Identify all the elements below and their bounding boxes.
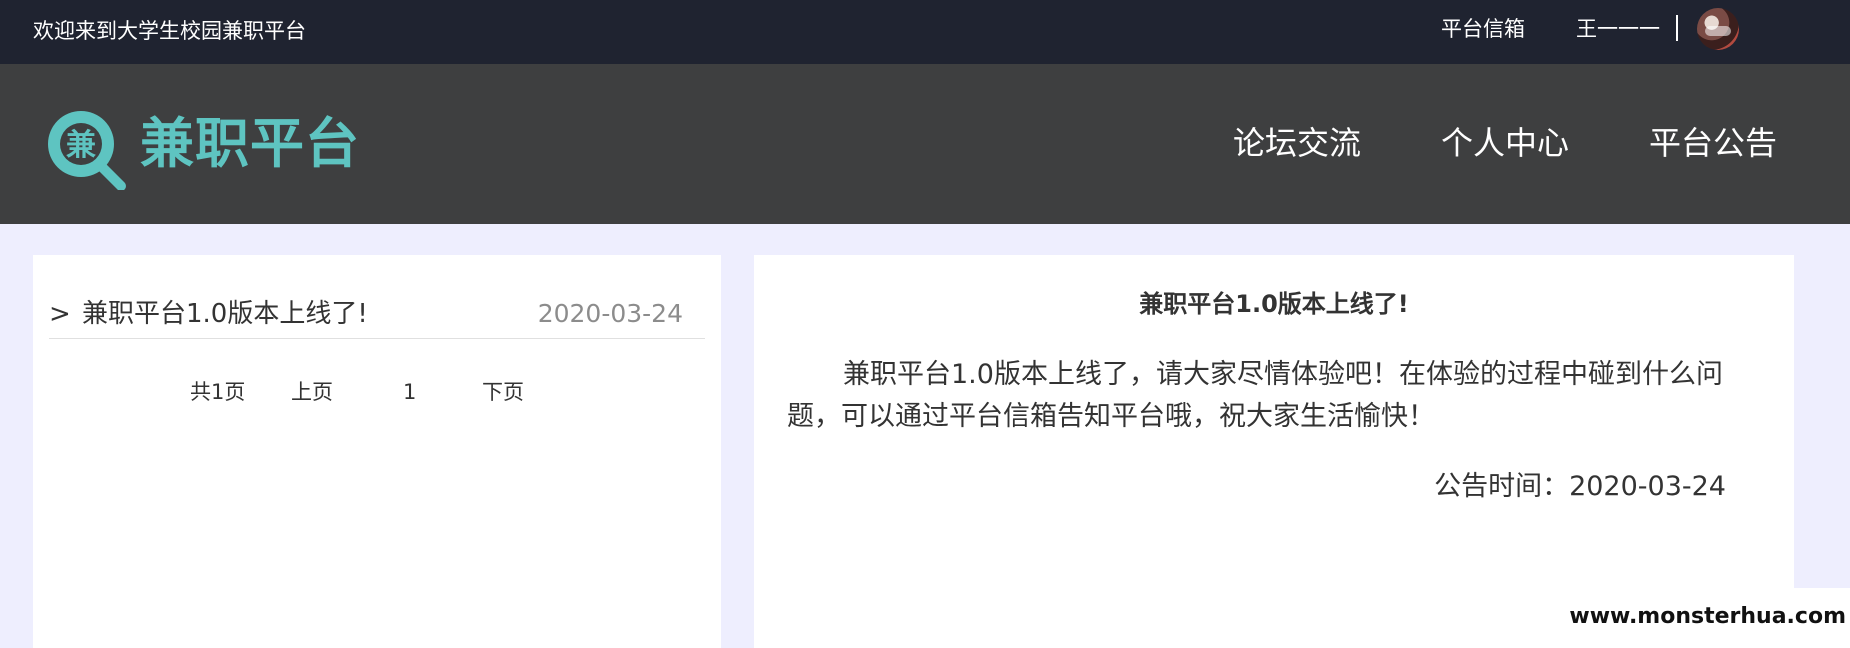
- divider: [1676, 15, 1678, 41]
- chevron-right-icon: >: [49, 299, 71, 329]
- nav-personal-center[interactable]: 个人中心: [1441, 122, 1569, 164]
- pagination-next-button[interactable]: 下页: [482, 377, 524, 407]
- notice-list-panel: > 兼职平台1.0版本上线了! 2020-03-24 共1页 上页 1 下页: [33, 255, 721, 648]
- notice-detail-title: 兼职平台1.0版本上线了!: [1139, 290, 1409, 318]
- logo-text[interactable]: 兼职平台: [140, 112, 360, 176]
- watermark-text: www.monsterhua.com: [1569, 604, 1846, 629]
- nav-forum[interactable]: 论坛交流: [1233, 122, 1361, 164]
- pagination-prev-button[interactable]: 上页: [291, 377, 333, 407]
- notice-item-date: 2020-03-24: [537, 299, 683, 328]
- notice-detail-time: 公告时间：2020-03-24: [1434, 471, 1726, 502]
- notice-list-item[interactable]: > 兼职平台1.0版本上线了! 2020-03-24: [49, 297, 705, 339]
- platform-mailbox-link[interactable]: 平台信箱: [1441, 14, 1525, 44]
- pagination-total: 共1页: [190, 380, 246, 404]
- user-avatar-icon[interactable]: [1697, 8, 1739, 50]
- notice-detail-body: 兼职平台1.0版本上线了，请大家尽情体验吧！在体验的过程中碰到什么问题，可以通过…: [787, 359, 1723, 432]
- username-link[interactable]: 王一一一: [1576, 14, 1660, 44]
- notice-item-title[interactable]: 兼职平台1.0版本上线了!: [82, 297, 368, 331]
- pagination-page-1[interactable]: 1: [403, 377, 416, 407]
- logo-magnifier-icon[interactable]: 兼: [43, 106, 127, 190]
- top-bar: 欢迎来到大学生校园兼职平台 平台信箱 王一一一: [0, 0, 1850, 64]
- logo-char: 兼: [66, 128, 96, 163]
- nav-platform-notice[interactable]: 平台公告: [1649, 122, 1777, 164]
- welcome-text: 欢迎来到大学生校园兼职平台: [33, 19, 306, 43]
